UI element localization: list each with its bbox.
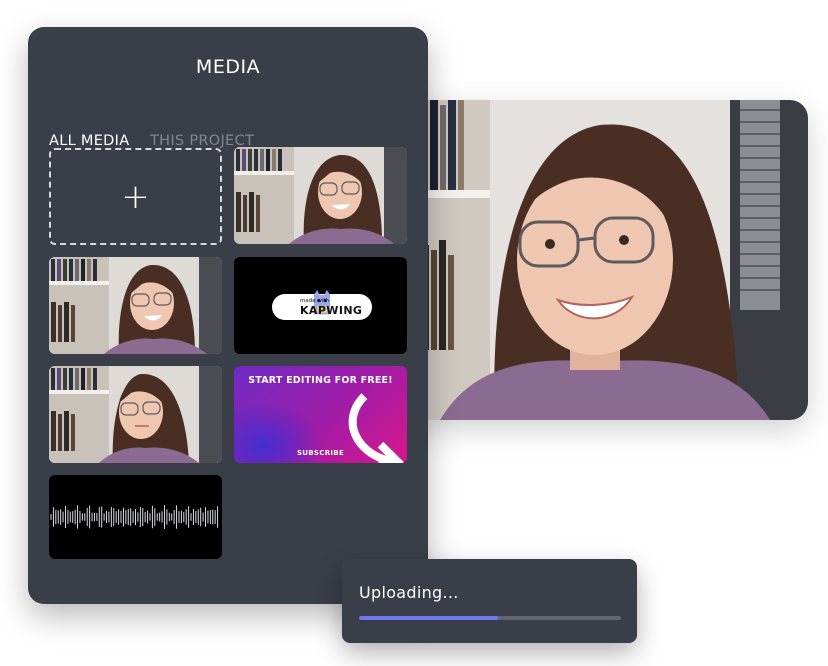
video-preview (400, 100, 808, 420)
kapwing-logo: made with KAPWING (272, 290, 372, 320)
media-thumbnail-video-1[interactable] (234, 147, 407, 244)
thumbnail-image (49, 366, 222, 463)
tab-all-media[interactable]: ALL MEDIA (49, 133, 129, 149)
media-thumbnail-audio[interactable] (49, 475, 222, 559)
media-thumbnail-kapwing-watermark[interactable]: made with KAPWING (234, 257, 407, 354)
media-panel: MEDIA ALL MEDIA THIS PROJECT + made with… (28, 27, 428, 604)
thumbnail-image (49, 257, 222, 354)
media-thumbnail-video-3[interactable] (49, 366, 222, 463)
panel-title: MEDIA (195, 56, 261, 78)
media-thumbnail-video-2[interactable] (49, 257, 222, 354)
media-thumbnail-promo[interactable]: START EDITING FOR FREE! SUBSCRIBE (234, 366, 407, 463)
thumbnail-image (234, 147, 407, 244)
upload-toast: Uploading... (342, 559, 637, 643)
upload-progress-bar (359, 616, 621, 620)
plus-icon: + (121, 176, 150, 217)
add-media-button[interactable]: + (49, 148, 222, 245)
upload-progress-fill (359, 616, 498, 620)
audio-waveform-icon (50, 505, 219, 529)
promo-subscribe: SUBSCRIBE (296, 449, 345, 457)
promo-title: START EDITING FOR FREE! (248, 375, 393, 386)
upload-status: Uploading... (359, 583, 459, 602)
kapwing-brand: KAPWING (300, 304, 363, 317)
video-preview-frame (400, 100, 808, 420)
